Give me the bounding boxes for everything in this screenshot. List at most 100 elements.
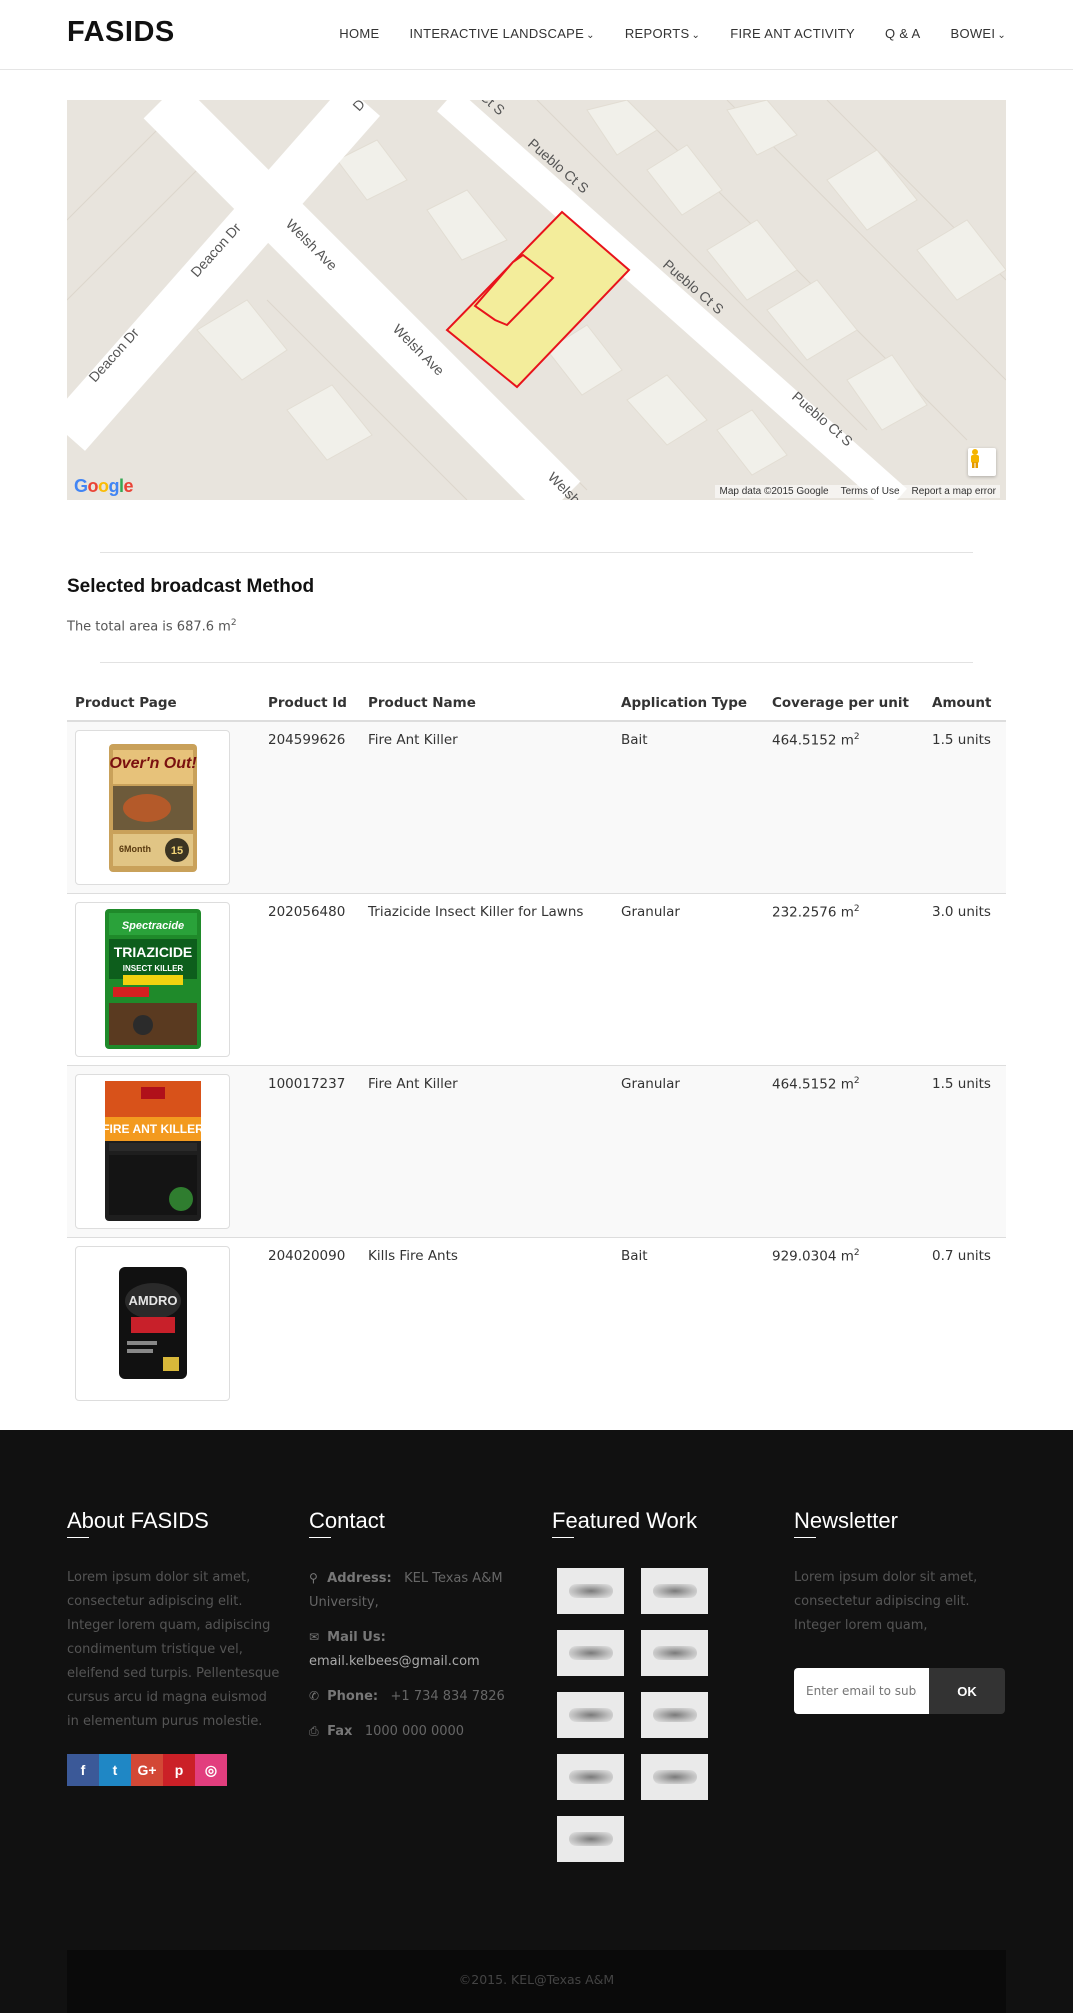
main-nav: HOME INTERACTIVE LANDSCAPE ⌄ REPORTS ⌄ FIR… xyxy=(339,26,1006,41)
column-header: Product Id xyxy=(260,686,360,722)
nav-home[interactable]: HOME xyxy=(339,26,379,41)
column-header: Coverage per unit xyxy=(764,686,924,722)
nav-label: INTERACTIVE LANDSCAPE xyxy=(409,26,585,41)
pinterest-icon[interactable]: p xyxy=(163,1754,195,1786)
footer-about-text: Lorem ipsum dolor sit amet, consectetur … xyxy=(67,1570,280,1729)
featured-work-thumb[interactable] xyxy=(641,1568,708,1614)
coverage-cell: 929.0304 m2 xyxy=(764,1236,924,1409)
product-id-cell: 100017237 xyxy=(260,1064,360,1237)
google-plus-icon[interactable]: G+ xyxy=(131,1754,163,1786)
contact-fax: ⎙ Fax 1000 000 0000 xyxy=(309,1719,509,1744)
report-map-error-link[interactable]: Report a map error xyxy=(912,486,996,497)
product-image-link[interactable]: AMDRO xyxy=(75,1245,230,1401)
ortho-fire-ant-bag-image: FIRE ANT KILLER xyxy=(103,1081,203,1221)
featured-work-thumb[interactable] xyxy=(641,1754,708,1800)
nav-label: HOME xyxy=(339,26,380,41)
featured-work-thumb[interactable] xyxy=(557,1692,624,1738)
street-view-pegman-icon[interactable] xyxy=(968,448,996,476)
facebook-icon[interactable]: f xyxy=(67,1754,99,1786)
chevron-down-icon: ⌄ xyxy=(586,30,595,41)
google-logo: Google xyxy=(74,476,134,496)
coverage-unit-sup: 2 xyxy=(853,1247,860,1258)
svg-text:6Month: 6Month xyxy=(119,844,151,854)
dribbble-icon[interactable]: ◎ xyxy=(195,1754,227,1786)
product-image-link[interactable]: FIRE ANT KILLER xyxy=(75,1073,230,1229)
table-header-row: Product Page Product Id Product Name App… xyxy=(67,686,1006,722)
mail-label: Mail Us: xyxy=(327,1630,386,1645)
divider xyxy=(100,662,973,663)
contact-phone: ✆ Phone: +1 734 834 7826 xyxy=(309,1684,509,1709)
product-name-cell: Triazicide Insect Killer for Lawns xyxy=(360,892,613,1065)
newsletter-form: OK xyxy=(794,1668,1006,1714)
coverage-value: 232.2576 m xyxy=(772,904,854,920)
table-row: Over'n Out! 15 6Month 204599626 Fire Ant… xyxy=(67,720,1006,893)
svg-text:FIRE ANT KILLER: FIRE ANT KILLER xyxy=(103,1122,203,1136)
brand-logo[interactable]: FASIDS xyxy=(67,16,175,49)
mail-link[interactable]: email.kelbees@gmail.com xyxy=(309,1654,480,1669)
nav-reports[interactable]: REPORTS ⌄ xyxy=(625,26,700,41)
phone-value: +1 734 834 7826 xyxy=(390,1689,505,1704)
coverage-unit-sup: 2 xyxy=(853,903,860,914)
nav-user-menu[interactable]: BOWEI ⌄ xyxy=(950,26,1006,41)
svg-text:AMDRO: AMDRO xyxy=(128,1293,177,1308)
nav-q-and-a[interactable]: Q & A xyxy=(885,26,920,41)
table-row: AMDRO 204020090 Kills Fire Ants Bait 929… xyxy=(67,1236,1006,1409)
application-type-cell: Granular xyxy=(613,1064,764,1237)
newsletter-email-input[interactable] xyxy=(794,1668,929,1714)
section-title: Selected broadcast Method xyxy=(67,576,315,597)
area-unit-sup: 2 xyxy=(230,618,237,628)
featured-work-grid xyxy=(557,1568,752,1862)
chevron-down-icon: ⌄ xyxy=(691,30,701,41)
total-area-text: The total area is 687.6 m2 xyxy=(67,618,237,634)
newsletter-ok-button[interactable]: OK xyxy=(929,1668,1005,1714)
svg-text:Over'n Out!: Over'n Out! xyxy=(109,755,197,772)
map-view[interactable]: Deacon Dr Deacon Dr Welsh Ave Welsh Ave … xyxy=(67,100,1006,500)
coverage-cell: 464.5152 m2 xyxy=(764,720,924,893)
column-header: Product Page xyxy=(67,686,260,722)
nav-interactive-landscape[interactable]: INTERACTIVE LANDSCAPE ⌄ xyxy=(410,26,595,41)
social-links: f t G+ p ◎ xyxy=(67,1754,282,1786)
map-attribution: Map data ©2015 Google Terms of Use Repor… xyxy=(715,485,1000,498)
chevron-down-icon: ⌄ xyxy=(997,30,1006,41)
application-type-cell: Bait xyxy=(613,1236,764,1409)
product-name-cell: Fire Ant Killer xyxy=(360,720,613,893)
nav-fire-ant-activity[interactable]: FIRE ANT ACTIVITY xyxy=(730,26,855,41)
featured-work-thumb[interactable] xyxy=(557,1816,624,1862)
product-name-cell: Fire Ant Killer xyxy=(360,1064,613,1237)
newsletter-text: Lorem ipsum dolor sit amet, consectetur … xyxy=(794,1570,978,1633)
featured-work-thumb[interactable] xyxy=(557,1754,624,1800)
amount-cell: 3.0 units xyxy=(924,892,1006,1065)
featured-work-thumb[interactable] xyxy=(641,1630,708,1676)
map-marker-icon: ⚲ xyxy=(309,1571,318,1585)
footer: About FASIDS Lorem ipsum dolor sit amet,… xyxy=(0,1430,1073,2013)
featured-work-thumb[interactable] xyxy=(557,1568,624,1614)
nav-label: FIRE ANT ACTIVITY xyxy=(730,26,855,41)
application-type-cell: Bait xyxy=(613,720,764,893)
product-image-link[interactable]: Spectracide TRIAZICIDE INSECT KILLER xyxy=(75,901,230,1057)
product-image-link[interactable]: Over'n Out! 15 6Month xyxy=(75,730,230,885)
footer-contact: Contact ⚲ Address: KEL Texas A&M Univers… xyxy=(309,1508,509,1754)
product-id-cell: 204020090 xyxy=(260,1236,360,1409)
svg-text:INSECT KILLER: INSECT KILLER xyxy=(122,964,183,973)
featured-work-thumb[interactable] xyxy=(641,1692,708,1738)
column-header: Product Name xyxy=(360,686,613,722)
footer-featured-work: Featured Work xyxy=(552,1508,752,1862)
coverage-cell: 232.2576 m2 xyxy=(764,892,924,1065)
svg-text:15: 15 xyxy=(170,845,182,857)
fax-value: 1000 000 0000 xyxy=(364,1724,465,1739)
product-name-cell: Kills Fire Ants xyxy=(360,1236,613,1409)
navbar: FASIDS HOME INTERACTIVE LANDSCAPE ⌄ REPOR… xyxy=(0,0,1073,70)
terms-of-use-link[interactable]: Terms of Use xyxy=(841,486,900,497)
map-canvas[interactable]: Deacon Dr Deacon Dr Welsh Ave Welsh Ave … xyxy=(67,100,1006,500)
phone-label: Phone: xyxy=(327,1689,379,1704)
triazicide-bag-image: Spectracide TRIAZICIDE INSECT KILLER xyxy=(104,909,201,1049)
map-data-credit: Map data ©2015 Google xyxy=(719,486,829,497)
fax-label: Fax xyxy=(327,1724,353,1739)
featured-work-thumb[interactable] xyxy=(557,1630,624,1676)
footer-contact-title: Contact xyxy=(309,1508,509,1538)
coverage-unit-sup: 2 xyxy=(853,732,860,742)
products-table: Product Page Product Id Product Name App… xyxy=(67,686,1006,1409)
contact-mail: ✉ Mail Us: email.kelbees@gmail.com xyxy=(309,1625,509,1674)
footer-about: About FASIDS Lorem ipsum dolor sit amet,… xyxy=(67,1508,282,1786)
twitter-icon[interactable]: t xyxy=(99,1754,131,1786)
